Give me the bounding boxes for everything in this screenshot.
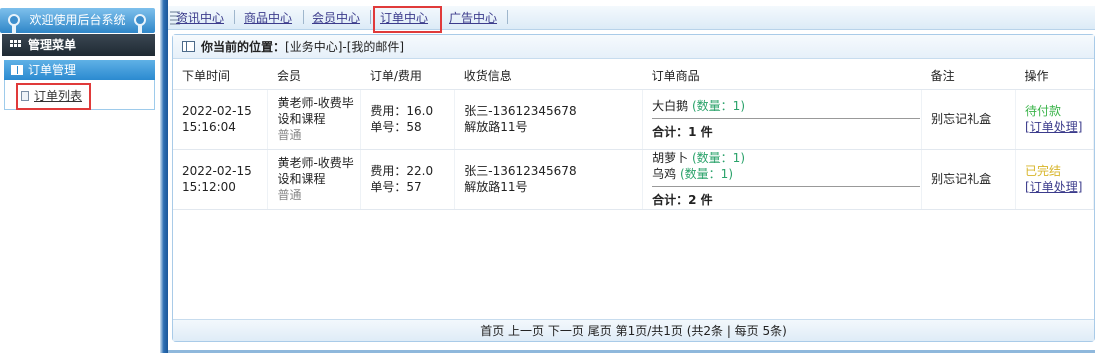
column-header: 下单时间 xyxy=(173,63,268,90)
fee-cell: 费用：16.0 单号：58 xyxy=(360,89,456,150)
order-time: 15:12:00 xyxy=(182,180,236,194)
last-page-link[interactable]: 尾页 xyxy=(588,324,612,338)
welcome-banner: 欢迎使用后台系统 xyxy=(0,8,155,33)
welcome-text: 欢迎使用后台系统 xyxy=(29,13,126,27)
breadcrumb-prefix: 你当前的位置： xyxy=(201,40,286,54)
first-page-link[interactable]: 首页 xyxy=(480,324,504,338)
order-fee: 费用：16.0 xyxy=(370,104,434,118)
divider xyxy=(652,118,921,119)
column-header: 收货信息 xyxy=(454,63,643,90)
menu-group-label: 订单管理 xyxy=(28,63,77,77)
breadcrumb: 你当前的位置：[业务中心]-[我的邮件] xyxy=(173,35,1094,59)
book-icon xyxy=(182,41,195,52)
grid-icon xyxy=(10,40,22,50)
table-row: 2022-02-15 15:16:04 黄老师-收费毕设和课程 普通 费用：16… xyxy=(173,89,1094,150)
tab-separator xyxy=(303,10,304,24)
main-panel: 你当前的位置：[业务中心]-[我的邮件] 下单时间 会员 订单/费用 收货信息 … xyxy=(172,34,1095,342)
pin-right-icon xyxy=(134,14,146,36)
goods-cell: 胡萝卜 (数量：1) 乌鸡 (数量：1) 合计：2 件 xyxy=(642,149,923,210)
column-header: 操作 xyxy=(1015,63,1094,90)
order-number: 单号：57 xyxy=(370,180,422,194)
tab-ad-center[interactable]: 广告中心 xyxy=(449,9,497,27)
member-level: 普通 xyxy=(277,128,302,142)
tab-news-center[interactable]: 资讯中心 xyxy=(176,9,224,27)
goods-name: 乌鸡 xyxy=(652,167,677,181)
divider xyxy=(652,186,921,187)
page-info: 第1页/共1页 (共2条 | 每页 5条) xyxy=(615,324,787,338)
member-level: 普通 xyxy=(277,188,302,202)
menu-title: 管理菜单 xyxy=(28,38,77,52)
column-header: 备注 xyxy=(921,63,1016,90)
top-nav: 资讯中心 商品中心 会员中心 订单中心 广告中心 xyxy=(168,0,1095,34)
tab-member-center[interactable]: 会员中心 xyxy=(312,9,360,27)
goods-name: 胡萝卜 xyxy=(652,151,689,165)
column-header: 会员 xyxy=(267,63,361,90)
shipping-cell: 张三-13612345678 解放路11号 xyxy=(454,149,644,210)
column-header: 订单商品 xyxy=(642,63,922,90)
action-cell: 待付款 [订单处理] xyxy=(1015,89,1094,150)
order-number: 单号：58 xyxy=(370,120,422,134)
order-table: 下单时间 会员 订单/费用 收货信息 订单商品 备注 操作 2022-02-15… xyxy=(173,63,1094,210)
document-icon xyxy=(21,91,29,101)
pagination: 首页 上一页 下一页 尾页 第1页/共1页 (共2条 | 每页 5条) xyxy=(173,319,1094,341)
receiver: 张三-13612345678 xyxy=(464,104,577,118)
table-header-row: 下单时间 会员 订单/费用 收货信息 订单商品 备注 操作 xyxy=(173,63,1094,90)
sidebar-divider[interactable] xyxy=(160,0,168,353)
member-cell: 黄老师-收费毕设和课程 普通 xyxy=(267,149,362,210)
goods-cell: 大白鹅 (数量：1) 合计：1 件 xyxy=(642,89,923,150)
order-fee: 费用：22.0 xyxy=(370,164,434,178)
breadcrumb-path: [业务中心]-[我的邮件] xyxy=(285,40,405,54)
sidebar: 欢迎使用后台系统 管理菜单 订单管理 订单列表 xyxy=(0,0,168,353)
goods-item: 大白鹅 (数量：1) xyxy=(652,98,921,114)
shipping-cell: 张三-13612345678 解放路11号 xyxy=(454,89,644,150)
column-header: 订单/费用 xyxy=(360,63,455,90)
goods-total: 合计：1 件 xyxy=(652,125,713,139)
sidebar-item-label[interactable]: 订单列表 xyxy=(34,89,82,103)
member-name: 黄老师-收费毕设和课程 xyxy=(277,156,354,186)
prev-page-link[interactable]: 上一页 xyxy=(508,324,544,338)
goods-total: 合计：2 件 xyxy=(652,193,713,207)
active-tab-highlight xyxy=(373,6,442,33)
table-row: 2022-02-15 15:12:00 黄老师-收费毕设和课程 普通 费用：22… xyxy=(173,149,1094,210)
goods-name: 大白鹅 xyxy=(652,99,689,113)
tab-separator xyxy=(507,10,508,24)
remark-cell: 别忘记礼盒 xyxy=(921,149,1017,210)
tab-separator xyxy=(234,10,235,24)
status-badge: 待付款 xyxy=(1025,104,1062,118)
menu-header: 管理菜单 xyxy=(2,34,155,56)
tab-product-center[interactable]: 商品中心 xyxy=(244,9,292,27)
order-date: 2022-02-15 xyxy=(182,164,252,178)
fee-cell: 费用：22.0 单号：57 xyxy=(360,149,456,210)
address: 解放路11号 xyxy=(464,180,528,194)
next-page-link[interactable]: 下一页 xyxy=(548,324,584,338)
pin-left-icon xyxy=(8,14,20,36)
book-icon xyxy=(11,65,23,75)
sidebar-item-order-list[interactable]: 订单列表 xyxy=(16,83,91,110)
receiver: 张三-13612345678 xyxy=(464,164,577,178)
menu-group-order-management[interactable]: 订单管理 xyxy=(4,60,155,80)
process-order-link[interactable]: [订单处理] xyxy=(1025,179,1093,195)
goods-item: 胡萝卜 (数量：1) xyxy=(652,150,921,166)
address: 解放路11号 xyxy=(464,120,528,134)
tab-separator xyxy=(370,10,371,24)
action-cell: 已完结 [订单处理] xyxy=(1015,149,1094,210)
member-name: 黄老师-收费毕设和课程 xyxy=(277,96,354,126)
member-cell: 黄老师-收费毕设和课程 普通 xyxy=(267,89,362,150)
order-time-cell: 2022-02-15 15:12:00 xyxy=(173,149,269,210)
order-time: 15:16:04 xyxy=(182,120,236,134)
order-time-cell: 2022-02-15 15:16:04 xyxy=(173,89,269,150)
status-badge: 已完结 xyxy=(1025,164,1062,178)
goods-qty: (数量：1) xyxy=(692,99,745,113)
remark-cell: 别忘记礼盒 xyxy=(921,89,1017,150)
goods-qty: (数量：1) xyxy=(692,151,745,165)
goods-qty: (数量：1) xyxy=(680,167,733,181)
goods-item: 乌鸡 (数量：1) xyxy=(652,166,921,182)
top-nav-bar xyxy=(168,6,1095,30)
order-date: 2022-02-15 xyxy=(182,104,252,118)
process-order-link[interactable]: [订单处理] xyxy=(1025,119,1093,135)
